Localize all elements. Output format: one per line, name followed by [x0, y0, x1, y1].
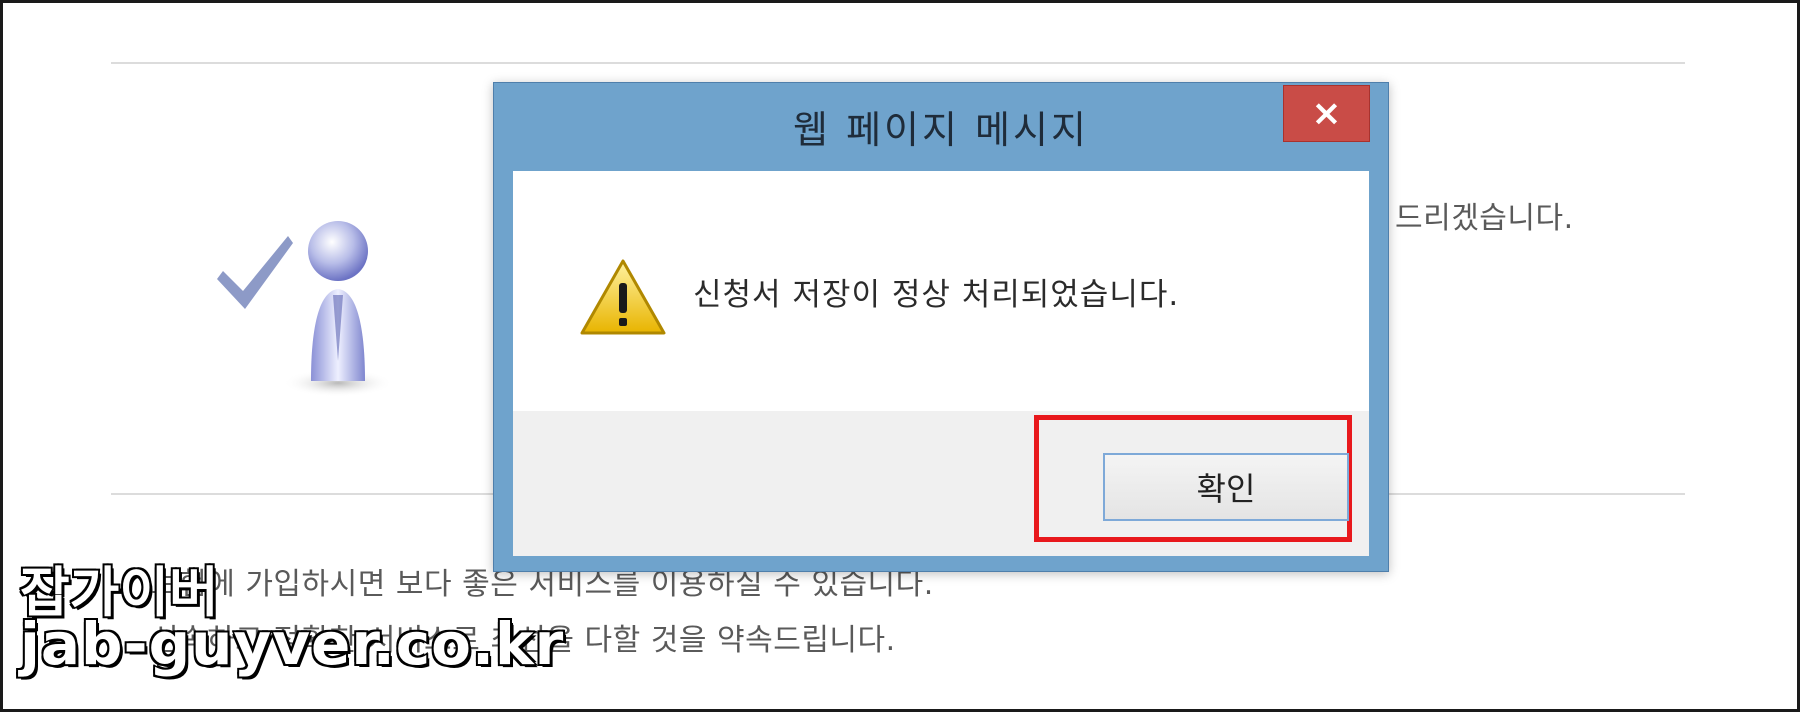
close-icon: × [1311, 92, 1342, 134]
divider-top [111, 62, 1685, 64]
warning-icon [580, 259, 666, 335]
dialog-message: 신청서 저장이 정상 처리되었습니다. [693, 277, 1180, 313]
watermark-url: jab-guyver.co.kr [18, 609, 565, 680]
background-text-right: 드리겠습니다. [1395, 201, 1574, 236]
close-button[interactable]: × [1283, 85, 1370, 142]
dialog-footer: 확인 [513, 411, 1369, 556]
dialog-title: 웹 페이지 메시지 [793, 108, 1089, 152]
ok-button[interactable]: 확인 [1103, 453, 1349, 521]
dialog-body: 신청서 저장이 정상 처리되었습니다. [513, 171, 1369, 411]
web-page-message-dialog: 웹 페이지 메시지 × 신청서 저장이 정상 처리되었습니다. 확인 [493, 82, 1389, 572]
user-check-icon [217, 221, 393, 397]
